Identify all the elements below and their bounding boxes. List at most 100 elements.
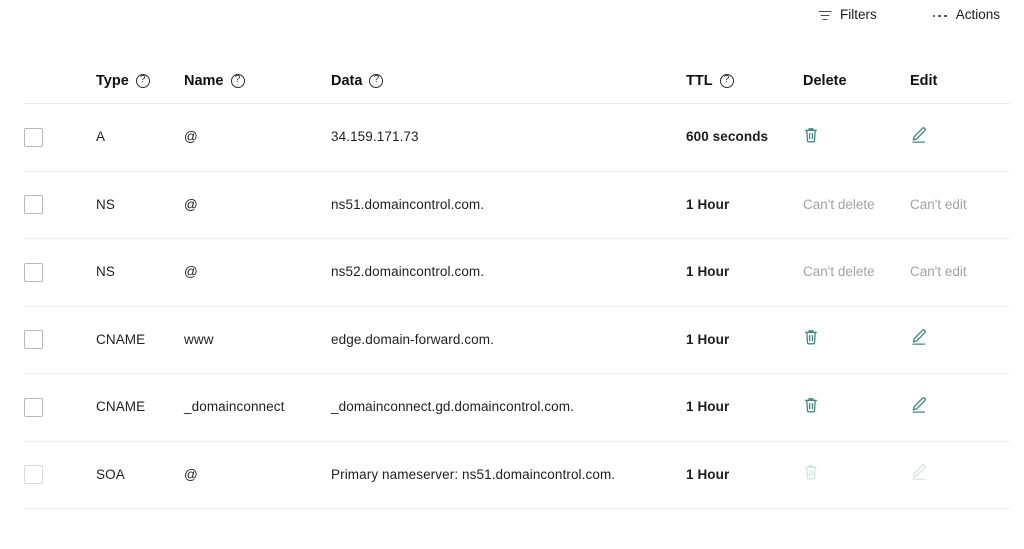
filters-button[interactable]: Filters xyxy=(817,4,879,26)
record-type: CNAME xyxy=(96,331,146,347)
header-cell-ttl: TTL ? xyxy=(686,73,803,89)
filter-icon xyxy=(818,10,832,21)
table-header-row: Type ? Name ? Data ? TTL ? Delete Edit xyxy=(24,58,1010,104)
header-cell-name: Name ? xyxy=(184,73,331,89)
table-row: NS @ ns51.domaincontrol.com. 1 Hour Can't de… xyxy=(24,172,1010,239)
edit-record-button[interactable] xyxy=(910,126,928,144)
header-label-data: Data xyxy=(331,72,363,89)
table-row: CNAME _domainconnect _domainconnect.gd.dom… xyxy=(24,374,1010,442)
cell-name: www xyxy=(184,331,331,349)
cell-edit: Can't edit xyxy=(910,263,1010,281)
record-type: A xyxy=(96,129,106,145)
cell-ttl: 1 Hour xyxy=(686,398,803,416)
actions-button-label: Actions xyxy=(955,7,1000,23)
delete-unavailable-label: Can't delete xyxy=(803,264,875,280)
row-select-cell xyxy=(24,262,96,282)
cell-data: ns51.domaincontrol.com. xyxy=(331,196,686,214)
cell-name: @ xyxy=(184,466,331,484)
record-type: SOA xyxy=(96,466,125,482)
header-label-type: Type xyxy=(96,72,129,89)
actions-button[interactable]: Actions xyxy=(931,4,1002,26)
cell-delete xyxy=(803,396,910,419)
row-checkbox[interactable] xyxy=(24,330,43,350)
cell-ttl: 1 Hour xyxy=(686,263,803,281)
record-ttl: 1 Hour xyxy=(686,196,730,212)
header-cell-type: Type ? xyxy=(96,73,184,89)
table-row: CNAME www edge.domain-forward.com. 1 Hour xyxy=(24,307,1010,374)
table-row: A @34.159.171.73 600 seconds xyxy=(24,104,1010,172)
cell-delete xyxy=(803,463,910,486)
delete-record-button[interactable] xyxy=(803,328,819,346)
record-name: @ xyxy=(184,196,198,212)
edit-record-button xyxy=(910,463,928,481)
cell-data: 34.159.171.73 xyxy=(331,128,686,146)
cell-type: NS xyxy=(96,263,184,281)
delete-record-button xyxy=(803,463,819,481)
delete-record-button[interactable] xyxy=(803,396,819,414)
cell-type: SOA xyxy=(96,466,184,484)
cell-data: _domainconnect.gd.domaincontrol.com. xyxy=(331,398,686,416)
dns-records-page: Filters Actions Type ? Name ? Data ? TTL… xyxy=(0,0,1024,549)
record-name: www xyxy=(184,331,214,347)
row-select-cell xyxy=(24,397,96,417)
record-name: _domainconnect xyxy=(184,399,285,415)
filters-button-label: Filters xyxy=(839,7,877,23)
record-data: Primary nameserver: ns51.domaincontrol.c… xyxy=(331,466,616,482)
row-checkbox[interactable] xyxy=(24,397,43,417)
row-checkbox[interactable] xyxy=(24,465,43,485)
cell-delete xyxy=(803,328,910,351)
record-name: @ xyxy=(184,129,198,145)
cell-delete xyxy=(803,126,910,149)
row-checkbox[interactable] xyxy=(24,127,43,147)
delete-record-button[interactable] xyxy=(803,126,819,144)
cell-edit xyxy=(910,463,1010,486)
row-select-cell xyxy=(24,127,96,147)
help-icon-data[interactable]: ? xyxy=(369,73,384,88)
cell-data: Primary nameserver: ns51.domaincontrol.c… xyxy=(331,466,686,484)
header-cell-edit: Edit xyxy=(910,73,1010,89)
cell-data: edge.domain-forward.com. xyxy=(331,331,686,349)
record-ttl: 1 Hour xyxy=(686,331,730,347)
cell-delete: Can't delete xyxy=(803,196,910,214)
cell-name: @ xyxy=(184,263,331,281)
record-type: NS xyxy=(96,264,115,280)
edit-record-button[interactable] xyxy=(910,396,928,414)
cell-edit xyxy=(910,396,1010,419)
row-checkbox[interactable] xyxy=(24,262,43,282)
header-cell-delete: Delete xyxy=(803,73,910,89)
record-data: _domainconnect.gd.domaincontrol.com. xyxy=(331,399,574,415)
edit-record-button[interactable] xyxy=(910,328,928,346)
help-icon-name[interactable]: ? xyxy=(230,73,245,88)
cell-type: CNAME xyxy=(96,398,184,416)
help-icon-ttl[interactable]: ? xyxy=(719,73,734,88)
record-data: ns52.domaincontrol.com. xyxy=(331,264,485,280)
table-body: A @34.159.171.73 600 seconds NS @ ns51.domain… xyxy=(24,104,1010,509)
cell-ttl: 1 Hour xyxy=(686,196,803,214)
record-ttl: 600 seconds xyxy=(686,129,769,145)
delete-unavailable-label: Can't delete xyxy=(803,196,875,212)
table-toolbar: Filters Actions xyxy=(0,0,1024,30)
edit-unavailable-label: Can't edit xyxy=(910,196,967,212)
table-row: NS @ ns52.domaincontrol.com. 1 Hour Can't de… xyxy=(24,239,1010,307)
row-select-cell xyxy=(24,330,96,350)
record-name: @ xyxy=(184,466,198,482)
cell-data: ns52.domaincontrol.com. xyxy=(331,263,686,281)
cell-edit: Can't edit xyxy=(910,196,1010,214)
record-ttl: 1 Hour xyxy=(686,264,730,280)
cell-ttl: 1 Hour xyxy=(686,466,803,484)
record-data: ns51.domaincontrol.com. xyxy=(331,196,485,212)
help-icon-type[interactable]: ? xyxy=(135,73,150,88)
record-data: edge.domain-forward.com. xyxy=(331,331,494,347)
header-cell-data: Data ? xyxy=(331,73,686,89)
row-select-cell xyxy=(24,195,96,215)
cell-type: CNAME xyxy=(96,331,184,349)
row-checkbox[interactable] xyxy=(24,195,43,215)
edit-unavailable-label: Can't edit xyxy=(910,264,967,280)
cell-type: NS xyxy=(96,196,184,214)
header-label-ttl: TTL xyxy=(686,72,713,89)
header-label-edit: Edit xyxy=(910,72,938,89)
cell-name: _domainconnect xyxy=(184,398,331,416)
dns-records-table: Type ? Name ? Data ? TTL ? Delete Edit A… xyxy=(24,58,1010,509)
record-data: 34.159.171.73 xyxy=(331,129,419,145)
cell-name: @ xyxy=(184,128,331,146)
